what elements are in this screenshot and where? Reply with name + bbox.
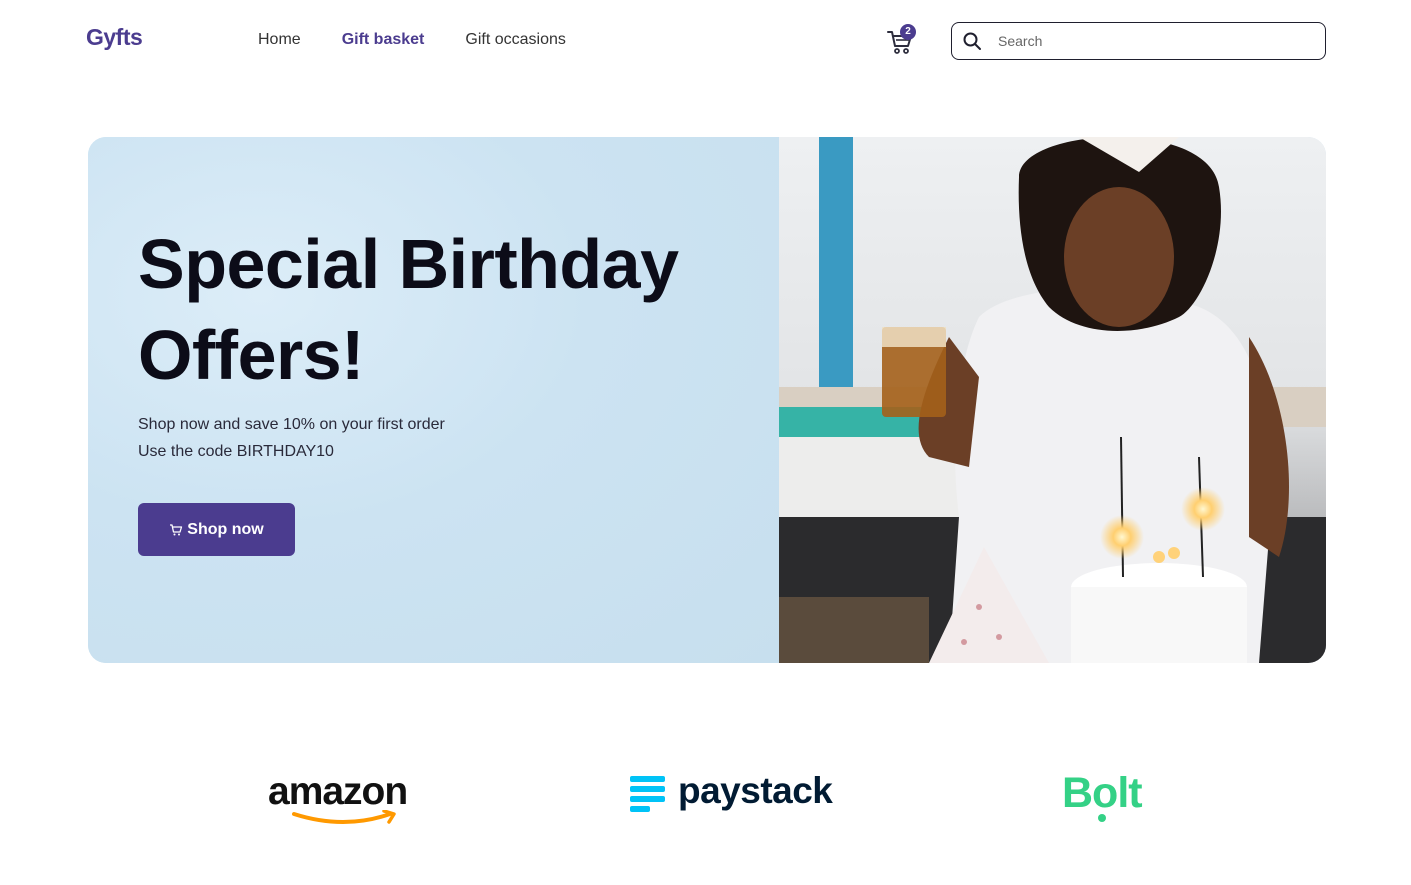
hero-banner: Special Birthday Offers! Shop now and sa… <box>88 137 1326 663</box>
nav-item-home[interactable]: Home <box>258 31 301 49</box>
search-icon <box>963 32 981 50</box>
brand-logo[interactable]: Gyfts <box>86 24 143 51</box>
bolt-dot-icon <box>1098 814 1106 822</box>
amazon-smile-icon <box>292 810 396 824</box>
partner-bolt: Bolt <box>1062 768 1162 828</box>
partner-amazon: amazon <box>268 770 428 830</box>
site-header: Gyfts Home Gift basket Gift occasions 2 <box>0 0 1411 80</box>
hero-subtitle-line-1: Shop now and save 10% on your first orde… <box>138 416 445 433</box>
bolt-logo-text: Bolt <box>1062 769 1143 817</box>
nav-item-gift-occasions[interactable]: Gift occasions <box>465 31 565 49</box>
search-bar[interactable] <box>951 22 1326 60</box>
shop-now-label: Shop now <box>187 520 264 538</box>
shop-now-button[interactable]: Shop now <box>138 503 295 556</box>
hero-subtitle-line-2: Use the code BIRTHDAY10 <box>138 443 334 460</box>
hero-subtitle: Shop now and save 10% on your first orde… <box>138 411 445 465</box>
paystack-stripes-icon <box>630 776 665 812</box>
nav-item-gift-basket[interactable]: Gift basket <box>342 31 425 49</box>
cart-button[interactable]: 2 <box>886 24 918 56</box>
cart-icon <box>170 523 183 535</box>
cart-count-badge: 2 <box>900 24 916 40</box>
paystack-logo-text: paystack <box>678 770 833 811</box>
partner-logos: amazon paystack Bolt <box>0 760 1411 840</box>
hero-photo-birthday-woman <box>779 137 1326 663</box>
main-nav: Home Gift basket Gift occasions <box>258 31 566 49</box>
hero-text-panel: Special Birthday Offers! Shop now and sa… <box>88 137 779 663</box>
amazon-logo-text: amazon <box>268 770 408 813</box>
hero-title: Special Birthday Offers! <box>138 225 679 394</box>
partner-paystack: paystack <box>630 770 860 822</box>
search-input[interactable] <box>996 32 1296 50</box>
